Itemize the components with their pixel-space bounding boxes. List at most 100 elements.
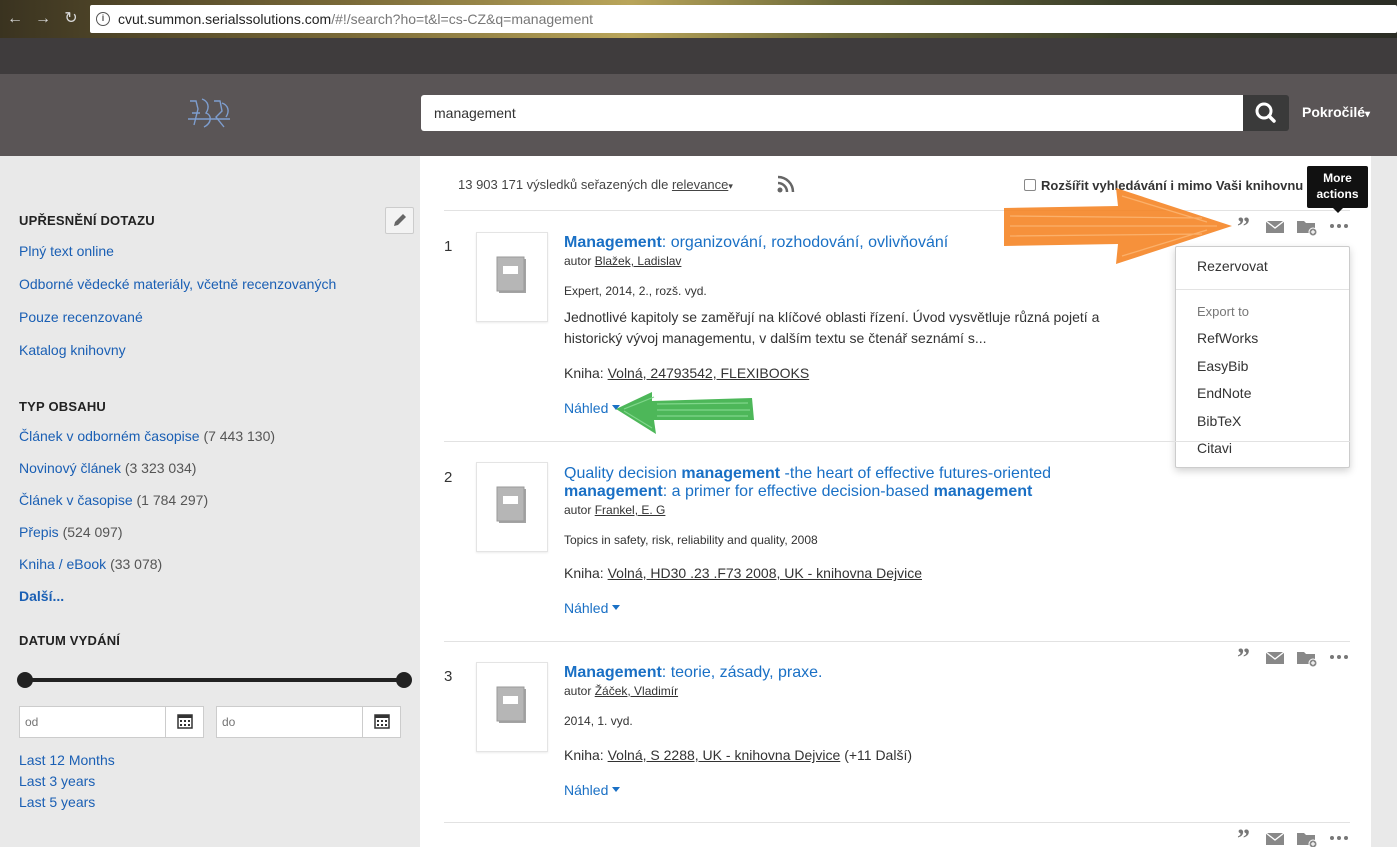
more-actions-menu: Rezervovat Export to RefWorks EasyBib En… <box>1175 246 1350 468</box>
result-number: 2 <box>444 469 453 486</box>
reload-icon[interactable]: ↻ <box>60 8 82 30</box>
result-availability: Kniha: Volná, HD30 .23 .F73 2008, UK - k… <box>564 565 922 581</box>
divider <box>444 641 1350 642</box>
save-folder-icon[interactable] <box>1296 827 1318 847</box>
divider <box>444 822 1350 823</box>
more-actions-tooltip: More actions <box>1307 166 1368 213</box>
edit-refine-button[interactable] <box>385 207 414 234</box>
preview-toggle[interactable]: Náhled <box>564 600 621 616</box>
more-actions-icon[interactable] <box>1328 646 1350 668</box>
advanced-search-toggle[interactable]: Pokročilé▾ <box>1302 104 1370 120</box>
result-meta: Expert, 2014, 2., rozš. vyd. <box>564 284 707 298</box>
more-actions-icon[interactable] <box>1328 215 1350 237</box>
result-description: Jednotlivé kapitoly se zaměřují na klíčo… <box>564 309 1100 346</box>
date-from-input[interactable] <box>19 706 166 738</box>
result-availability: Kniha: Volná, 24793542, FLEXIBOOKS <box>564 365 810 381</box>
book-thumbnail[interactable] <box>476 462 548 552</box>
refine-link-peer-reviewed[interactable]: Pouze recenzované <box>19 309 143 325</box>
content-type-more[interactable]: Další... <box>19 588 64 604</box>
email-icon[interactable] <box>1264 215 1286 237</box>
sort-dropdown[interactable]: relevance <box>672 177 728 192</box>
menu-item-citavi[interactable]: Citavi <box>1197 440 1232 456</box>
rss-icon[interactable] <box>776 174 796 194</box>
refine-link-scholarly[interactable]: Odborné vědecké materiály, včetně recenz… <box>19 276 336 292</box>
menu-item-bibtex[interactable]: BibTeX <box>1197 413 1241 429</box>
date-slider-min-handle[interactable] <box>17 672 33 688</box>
result-title[interactable]: Quality decision management -the heart o… <box>564 465 1084 501</box>
quick-date-5-years[interactable]: Last 5 years <box>19 794 95 810</box>
save-folder-icon[interactable] <box>1296 646 1318 668</box>
search-input[interactable] <box>421 95 1243 131</box>
svg-text:”: ” <box>1237 215 1250 237</box>
email-icon[interactable] <box>1264 827 1286 847</box>
save-folder-icon[interactable] <box>1296 215 1318 237</box>
date-to-calendar-button[interactable] <box>363 706 401 738</box>
info-icon[interactable]: i <box>96 12 110 26</box>
result-meta: 2014, 1. vyd. <box>564 714 633 728</box>
search-button[interactable] <box>1243 95 1289 131</box>
svg-text:”: ” <box>1237 646 1250 668</box>
content-type-journal-article[interactable]: Článek v odborném časopise (7 443 130) <box>19 428 275 444</box>
content-type-newspaper[interactable]: Novinový článek (3 323 034) <box>19 460 196 476</box>
quick-date-3-years[interactable]: Last 3 years <box>19 773 95 789</box>
svg-text:”: ” <box>1237 827 1250 847</box>
calendar-icon <box>177 714 193 729</box>
result-title[interactable]: Management: teorie, zásady, praxe. <box>564 664 1084 682</box>
book-icon <box>496 686 526 723</box>
address-bar[interactable]: i cvut.summon.serialssolutions.com/#!/se… <box>90 5 1397 33</box>
refine-link-fulltext[interactable]: Plný text online <box>19 243 114 259</box>
green-arrow-annotation <box>616 392 754 434</box>
menu-export-heading: Export to <box>1197 304 1250 319</box>
results-count: 13 903 171 výsledků seřazených dle relev… <box>458 177 733 192</box>
search-icon <box>1255 102 1276 123</box>
date-to-input[interactable] <box>216 706 363 738</box>
menu-item-easybib[interactable]: EasyBib <box>1197 358 1248 374</box>
menu-separator <box>1176 289 1349 290</box>
date-from-calendar-button[interactable] <box>166 706 204 738</box>
menu-item-reserve[interactable]: Rezervovat <box>1197 258 1268 274</box>
quick-date-12-months[interactable]: Last 12 Months <box>19 752 115 768</box>
result-availability: Kniha: Volná, S 2288, UK - knihovna Dejv… <box>564 747 913 763</box>
content-type-magazine[interactable]: Článek v časopise (1 784 297) <box>19 492 208 508</box>
url-text: cvut.summon.serialssolutions.com/#!/sear… <box>118 11 594 27</box>
more-actions-icon[interactable] <box>1328 827 1350 847</box>
cite-icon[interactable]: ” <box>1234 215 1256 237</box>
university-logo-icon[interactable] <box>186 97 232 129</box>
result-actions: ” <box>1234 646 1354 670</box>
calendar-icon <box>374 714 390 729</box>
book-icon <box>496 486 526 523</box>
result-author: autor Frankel, E. G <box>564 503 666 517</box>
email-icon[interactable] <box>1264 646 1286 668</box>
author-link[interactable]: Žáček, Vladimír <box>595 684 678 698</box>
book-icon <box>496 256 526 293</box>
refine-heading: UPŘESNĚNÍ DOTAZU <box>19 213 155 228</box>
book-thumbnail[interactable] <box>476 232 548 322</box>
result-actions: ” <box>1234 827 1354 847</box>
cite-icon[interactable]: ” <box>1234 827 1256 847</box>
book-thumbnail[interactable] <box>476 662 548 752</box>
divider <box>444 441 1350 442</box>
scrollbar[interactable] <box>1371 156 1397 847</box>
result-author: autor Žáček, Vladimír <box>564 684 679 698</box>
availability-link[interactable]: Volná, S 2288, UK - knihovna Dejvice <box>608 747 841 763</box>
menu-item-refworks[interactable]: RefWorks <box>1197 330 1258 346</box>
author-link[interactable]: Frankel, E. G <box>595 503 666 517</box>
content-type-transcript[interactable]: Přepis (524 097) <box>19 524 123 540</box>
back-icon[interactable]: ← <box>4 8 26 30</box>
browser-chrome: ← → ↻ i cvut.summon.serialssolutions.com… <box>0 0 1397 38</box>
content-type-book[interactable]: Kniha / eBook (33 078) <box>19 556 162 572</box>
preview-toggle[interactable]: Náhled <box>564 782 621 798</box>
pencil-icon <box>394 214 406 226</box>
date-slider-max-handle[interactable] <box>396 672 412 688</box>
result-number: 3 <box>444 668 453 685</box>
author-link[interactable]: Blažek, Ladislav <box>595 254 682 268</box>
result-number: 1 <box>444 238 453 255</box>
result-actions: ” <box>1234 215 1354 239</box>
availability-link[interactable]: Volná, 24793542, FLEXIBOOKS <box>608 365 810 381</box>
forward-icon[interactable]: → <box>32 8 54 30</box>
menu-item-endnote[interactable]: EndNote <box>1197 385 1251 401</box>
availability-link[interactable]: Volná, HD30 .23 .F73 2008, UK - knihovna… <box>608 565 922 581</box>
date-slider-track[interactable] <box>24 678 404 682</box>
refine-link-catalog[interactable]: Katalog knihovny <box>19 342 126 358</box>
cite-icon[interactable]: ” <box>1234 646 1256 668</box>
